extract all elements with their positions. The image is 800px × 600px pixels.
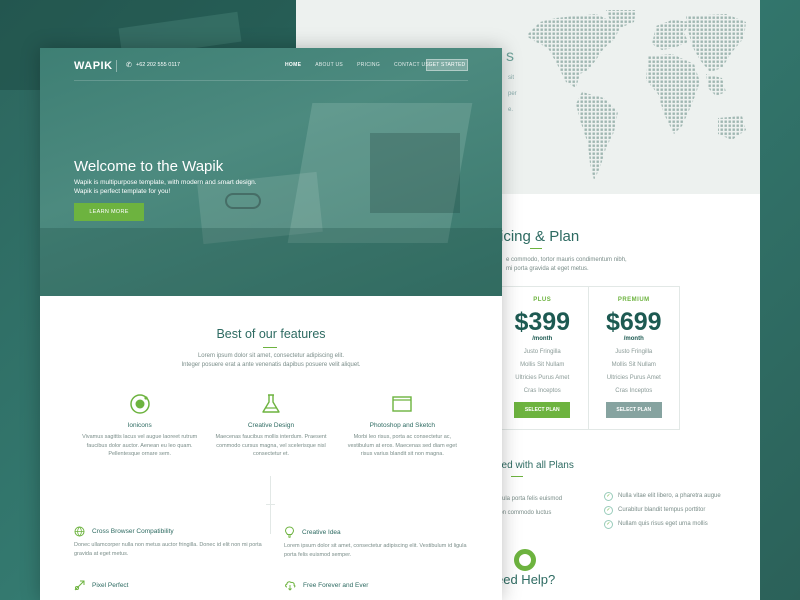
feature-text: Maecenas faucibus mollis interdum. Praes… <box>215 434 327 457</box>
front-page-mockup: WAPIK ✆ +62 202 555 0117 HOME ABOUT US P… <box>40 48 502 600</box>
feature-name: Creative Design <box>247 422 295 429</box>
title-underline <box>263 347 277 348</box>
plan-name: PREMIUM <box>617 297 650 303</box>
plan-card-premium: PREMIUM $699 /month Justo Fringilla Moll… <box>587 287 680 429</box>
included-item-label: Curabitur blandit tempus porttitor <box>618 507 706 513</box>
crosshair-icon <box>74 580 85 591</box>
nav-item-contact[interactable]: CONTACT US <box>394 62 429 68</box>
get-started-button[interactable]: GET STARTED <box>426 59 468 71</box>
hero-section: WAPIK ✆ +62 202 555 0117 HOME ABOUT US P… <box>40 48 502 296</box>
need-help-title: eed Help? <box>496 572 556 587</box>
included-item: ✓ Curabitur blandit tempus porttitor <box>604 503 721 517</box>
included-item: ✓ Nulla vitae elit libero, a pharetra au… <box>604 489 721 503</box>
plan-feature: Justo Fringilla <box>615 349 653 355</box>
feature-list-item: Pixel Perfect <box>74 580 264 591</box>
plan-period: /month <box>532 336 553 342</box>
feature-list-name: Pixel Perfect <box>92 582 129 589</box>
feature-text: Morbi leo risus, porta ac consectetur ac… <box>347 434 457 457</box>
main-nav: HOME ABOUT US PRICING CONTACT US <box>285 62 443 68</box>
included-item-label: Nulla vitae elit libero, a pharetra augu… <box>618 493 721 499</box>
phone-icon: ✆ <box>126 62 132 69</box>
globe-icon <box>74 526 85 537</box>
pricing-desc-line: mi porta gravida at eget metus. <box>506 266 589 272</box>
pricing-desc-line: e commodo, tortor mauris condimentum nib… <box>506 257 627 263</box>
dotted-world-map <box>526 10 746 180</box>
features-row: Ionicons Vivamus sagittis lacus vel augu… <box>74 393 468 459</box>
feature-card: Creative Design Maecenas faucibus mollis… <box>205 393 336 459</box>
divider-tick <box>266 504 275 505</box>
select-plan-button-premium[interactable]: SELECT PLAN <box>605 402 662 418</box>
layers-icon <box>337 393 468 415</box>
plan-price: $699 <box>605 308 662 336</box>
included-list-right: ✓ Nulla vitae elit libero, a pharetra au… <box>604 489 721 531</box>
feature-list-head: Cross Browser Compatibility <box>74 526 264 537</box>
select-plan-button-plus[interactable]: SELECT PLAN <box>514 402 571 418</box>
pricing-description: e commodo, tortor mauris condimentum nib… <box>506 256 746 274</box>
feature-name: Ionicons <box>127 422 152 429</box>
plan-price: $399 <box>514 308 571 336</box>
check-icon: ✓ <box>604 519 613 529</box>
phone-number: +62 202 555 0117 <box>136 62 181 68</box>
feature-list-item: Free Forever and Ever <box>284 580 474 591</box>
included-item: re <box>496 520 562 534</box>
feature-list-head: Creative Idea <box>284 526 474 538</box>
pricing-title: icing & Plan <box>500 228 580 245</box>
title-underline <box>511 476 523 477</box>
features-description: Lorem ipsum dolor sit amet, consectetur … <box>40 352 502 370</box>
feature-card: Ionicons Vivamus sagittis lacus vel augu… <box>74 393 205 459</box>
feature-list-text: Lorem ipsum dolor sit amet, consectetur … <box>284 543 467 558</box>
included-list-left: ligula porta felis euismod non commodo l… <box>496 492 562 534</box>
feature-list-head: Pixel Perfect <box>74 580 264 591</box>
included-item: ligula porta felis euismod <box>496 496 563 502</box>
feature-list-name: Creative Idea <box>302 528 341 536</box>
plan-name: PLUS <box>533 297 552 303</box>
lifebuoy-icon <box>514 549 536 571</box>
plan-feature: Cras Inceptos <box>615 388 653 394</box>
hero-subtitle: Wapik is multipurpose template, with mod… <box>74 179 257 195</box>
divider-line <box>270 476 271 534</box>
flask-icon <box>205 393 336 415</box>
title-underline <box>530 248 542 249</box>
feature-list-head: Free Forever and Ever <box>284 580 474 591</box>
pricing-table: PLUS $399 /month Justo Fringilla Mollis … <box>496 286 680 430</box>
feature-name: Photoshop and Sketch <box>369 422 436 429</box>
hero-photo-screen <box>370 133 460 213</box>
hero-photo-shadow <box>40 228 502 296</box>
check-icon: ✓ <box>604 491 613 501</box>
logo[interactable]: WAPIK <box>74 60 113 72</box>
feature-list-item: Creative Idea Lorem ipsum dolor sit amet… <box>284 526 474 559</box>
included-item: non commodo luctus <box>496 510 552 516</box>
plan-feature: Mollis Sit Nullam <box>520 362 565 368</box>
ionicons-icon <box>74 393 205 415</box>
nav-divider <box>116 60 117 72</box>
plan-feature: Ultricies Purus Amet <box>515 375 570 381</box>
included-title: ded with all Plans <box>496 460 574 471</box>
learn-more-button[interactable]: LEARN MORE <box>74 203 144 221</box>
plan-feature: Ultricies Purus Amet <box>606 375 661 381</box>
features-desc-line: Integer posuere erat a ante venenatis da… <box>181 362 361 368</box>
plan-card-plus: PLUS $399 /month Justo Fringilla Mollis … <box>497 287 588 429</box>
nav-item-pricing[interactable]: PRICING <box>357 62 380 68</box>
hero-title: Welcome to the Wapik <box>74 158 224 175</box>
plan-period: /month <box>623 336 644 342</box>
feature-card: Photoshop and Sketch Morbi leo risus, po… <box>337 393 468 459</box>
nav-item-home[interactable]: HOME <box>285 62 301 68</box>
features-desc-line: Lorem ipsum dolor sit amet, consectetur … <box>197 353 345 359</box>
plan-feature: Cras Inceptos <box>523 388 561 394</box>
cloud-download-icon <box>285 581 296 591</box>
feature-list-name: Cross Browser Compatibility <box>92 528 174 535</box>
plan-feature: Mollis Sit Nullam <box>611 362 656 368</box>
check-icon: ✓ <box>604 505 613 515</box>
feature-list-item: Cross Browser Compatibility Donec ullamc… <box>74 526 264 558</box>
feature-text: Vivamus sagittis lacus vel augue laoreet… <box>82 434 198 457</box>
plan-feature: Justo Fringilla <box>523 349 561 355</box>
included-item-label: Nullam quis risus eget urna mollis <box>618 521 708 527</box>
lightbulb-icon <box>284 526 295 538</box>
nav-divider-line <box>74 80 468 81</box>
nav-item-about[interactable]: ABOUT US <box>315 62 343 68</box>
included-item: ✓ Nullam quis risus eget urna mollis <box>604 517 721 531</box>
features-title: Best of our features <box>216 327 326 341</box>
feature-list-name: Free Forever and Ever <box>303 582 369 589</box>
feature-list-text: Donec ullamcorper nulla non metus auctor… <box>74 542 262 557</box>
